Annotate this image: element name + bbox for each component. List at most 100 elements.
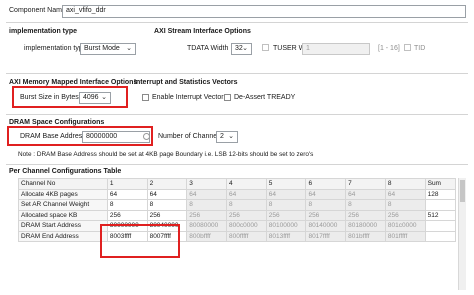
tid-label: TID [414,45,426,52]
table-cell: 800fffff [226,230,267,242]
row-label: DRAM End Address [18,230,108,242]
table-cell[interactable]: 8 [146,199,188,211]
table-cell: 8 [305,199,347,211]
table-cell: 801c0000 [384,220,426,232]
per-channel-table-wrapper: Channel No 1 2 3 4 5 6 7 8 Sum Allocate 4KB pages 6… [18,178,457,242]
enable-interrupt-label: Enable Interrupt Vectors [152,94,228,101]
table-cell: 8017ffff [305,230,347,242]
row-label: Allocate 4KB pages [18,188,108,200]
chevron-down-icon: ⌄ [228,133,234,140]
table-cell: 256 [186,209,228,221]
table-cell: 256 [265,209,307,221]
tdata-width-dropdown[interactable]: 32 ⌄ [231,43,252,55]
table-row: Allocated space KB 256 256 256 256 256 256 256 2… [18,209,457,221]
channel-address-highlight [100,224,180,258]
component-name-input[interactable]: axi_vfifo_ddr [62,5,466,18]
burst-size-dropdown[interactable]: 4096 ⌄ [79,92,111,104]
deassert-tready-checkbox[interactable] [224,94,231,101]
per-channel-section-title: Per Channel Configurations Table [9,168,122,175]
table-cell: 256 [345,209,386,221]
table-cell[interactable]: 8 [106,199,148,211]
enable-interrupt-checkbox[interactable] [142,94,149,101]
channel-header-7: 7 [345,178,386,190]
channel-header-1: 1 [106,178,148,190]
table-cell: 256 [106,209,148,221]
table-cell: 8013ffff [265,230,307,242]
sum-cell: 512 [424,209,457,221]
table-cell: 64 [305,188,347,200]
tuser-width-input[interactable]: 1 [302,43,370,55]
table-cell: 256 [384,209,426,221]
sum-cell [424,199,457,211]
table-cell[interactable]: 64 [146,188,188,200]
dram-base-address-value: 80000000 [86,133,118,140]
table-cell: 80180000 [345,220,386,232]
scrollbar-thumb[interactable] [460,180,465,202]
sum-header: Sum [424,178,457,190]
section-divider-1 [6,73,468,74]
number-of-channels-value: 2 [220,133,224,140]
dram-section-title: DRAM Space Configurations [9,119,105,126]
row-label: Allocated space KB [18,209,108,221]
table-cell: 256 [146,209,188,221]
table-cell: 64 [384,188,426,200]
tid-checkbox[interactable] [404,44,411,51]
stream-section-title: AXI Stream Interface Options [154,28,251,35]
sum-cell: 128 [424,188,457,200]
table-cell: 64 [345,188,386,200]
section-divider-2 [6,114,468,115]
tuser-range-hint: [1 - 16] [378,45,400,52]
implementation-section-title: implementation type [9,28,78,35]
channel-header-3: 3 [186,178,228,190]
burst-size-label: Burst Size in Bytes [20,94,79,101]
row-label: DRAM Start Address [18,220,108,232]
table-row: Allocate 4KB pages 64 64 64 64 64 64 64 64 128 [18,188,457,200]
table-scrollbar[interactable] [458,178,466,290]
table-row: Set AR Channel Weight 8 8 8 8 8 8 8 8 [18,199,457,211]
table-row: DRAM Start Address 80000000 80040000 800800… [18,220,457,232]
component-name-label: Component Name [9,7,66,14]
number-of-channels-label: Number of Channels [158,133,223,140]
channel-no-header: Channel No [18,178,108,190]
deassert-tready-label: De-Assert TREADY [234,94,296,101]
table-header-row: Channel No 1 2 3 4 5 6 7 8 Sum [18,178,457,190]
implementation-type-label: implementation type [24,45,87,52]
dram-base-address-input[interactable]: 80000000 [82,131,150,143]
implementation-type-dropdown[interactable]: Burst Mode ⌄ [80,43,136,55]
chevron-down-icon: ⌄ [126,45,132,52]
table-cell: 800bffff [186,230,228,242]
channel-header-5: 5 [265,178,307,190]
channel-header-4: 4 [226,178,267,190]
dram-base-address-label: DRAM Base Address [20,133,86,140]
table-cell: 800c0000 [226,220,267,232]
table-cell: 8 [186,199,228,211]
table-cell: 80140000 [305,220,347,232]
tuser-checkbox[interactable] [262,44,269,51]
burst-size-value: 4096 [83,94,99,101]
per-channel-table: Channel No 1 2 3 4 5 6 7 8 Sum Allocate 4KB pages 6… [18,178,457,242]
interrupt-section-title: Interrupt and Statistics Vectors [134,79,238,86]
implementation-type-value: Burst Mode [84,45,120,52]
chevron-down-icon: ⌄ [101,94,107,101]
table-cell: 801bffff [345,230,386,242]
table-cell: 8 [384,199,426,211]
table-row: DRAM End Address 8003ffff 8007ffff 800bffff… [18,230,457,242]
table-cell: 256 [305,209,347,221]
table-cell: 256 [226,209,267,221]
table-cell: 8 [226,199,267,211]
table-cell: 8 [265,199,307,211]
chevron-down-icon: ⌄ [242,45,248,52]
row-label: Set AR Channel Weight [18,199,108,211]
table-cell: 64 [265,188,307,200]
number-of-channels-dropdown[interactable]: 2 ⌄ [216,131,238,143]
table-cell[interactable]: 64 [106,188,148,200]
sum-cell [424,220,457,232]
mm-section-title: AXI Memory Mapped Interface Options [9,79,138,86]
top-divider [6,22,468,23]
tdata-width-label: TDATA Width [187,45,229,52]
table-cell: 8 [345,199,386,211]
info-circle-icon [143,133,150,140]
channel-header-8: 8 [384,178,426,190]
channel-header-2: 2 [146,178,188,190]
sum-cell [424,230,457,242]
